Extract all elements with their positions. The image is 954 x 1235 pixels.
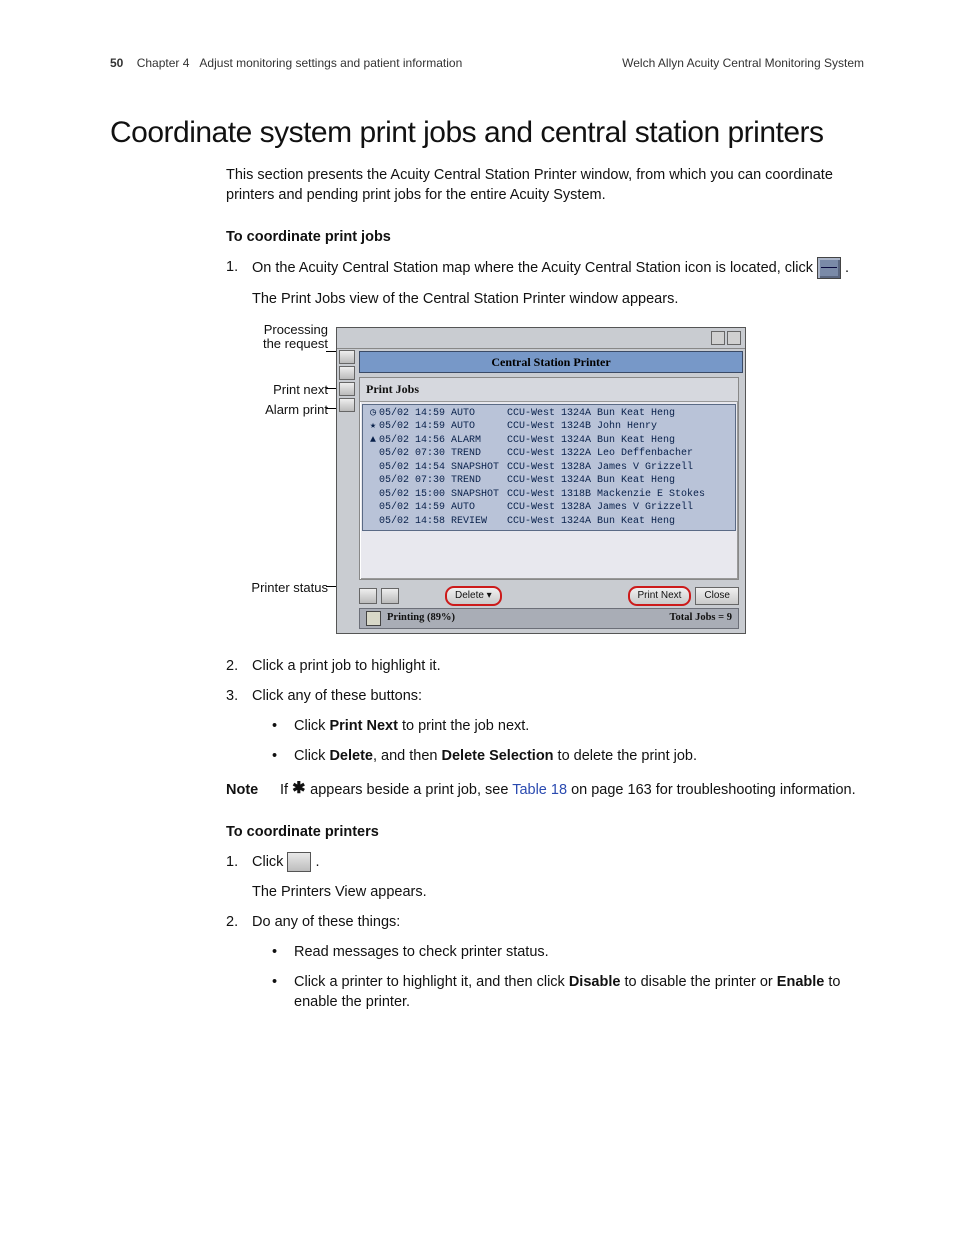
print-job-row[interactable]: 05/02 14:54 SNAPSHOTCCU-West 1328A James… <box>363 461 735 475</box>
job-time-type: 05/02 14:58 REVIEW <box>379 515 507 529</box>
product-name: Welch Allyn Acuity Central Monitoring Sy… <box>622 56 864 70</box>
label-print-next: Print next <box>273 381 328 399</box>
view-icon[interactable] <box>359 588 377 604</box>
window-button-icon[interactable] <box>727 331 741 345</box>
job-patient: CCU-West 1328A James V Grizzell <box>507 501 731 515</box>
delete-button[interactable]: Delete ▾ <box>445 586 502 606</box>
document-icon <box>366 611 381 626</box>
chapter-number: Chapter 4 <box>137 56 190 70</box>
step-1: 1. On the Acuity Central Station map whe… <box>226 257 864 279</box>
job-icon: ◷ <box>367 407 379 421</box>
label-alarm-print: Alarm print <box>265 401 328 419</box>
page-header: 50 Chapter 4 Adjust monitoring settings … <box>110 56 864 70</box>
print-job-row[interactable]: 05/02 14:58 REVIEWCCU-West 1324A Bun Kea… <box>363 515 735 529</box>
job-icon <box>367 488 379 502</box>
printer-window-figure: Processing the request Print next Alarm … <box>222 327 864 634</box>
bullet-disable-enable: Click a printer to highlight it, and the… <box>272 972 864 1012</box>
window-button-icon[interactable] <box>711 331 725 345</box>
central-station-icon <box>817 257 841 279</box>
job-patient: CCU-West 1324A Bun Keat Heng <box>507 474 731 488</box>
page-number: 50 <box>110 56 123 70</box>
job-icon: ★ <box>367 420 379 434</box>
job-time-type: 05/02 14:56 ALARM <box>379 434 507 448</box>
cycle-icon[interactable] <box>339 350 355 364</box>
print-job-row[interactable]: 05/02 07:30 TRENDCCU-West 1322A Leo Deff… <box>363 447 735 461</box>
job-patient: CCU-West 1324A Bun Keat Heng <box>507 407 731 421</box>
job-time-type: 05/02 14:54 SNAPSHOT <box>379 461 507 475</box>
job-icon <box>367 515 379 529</box>
cycle-icon[interactable] <box>339 398 355 412</box>
job-time-type: 05/02 14:59 AUTO <box>379 420 507 434</box>
print-job-row[interactable]: 05/02 15:00 SNAPSHOTCCU-West 1318B Macke… <box>363 488 735 502</box>
job-icon: ▲ <box>367 434 379 448</box>
printing-status: Printing (89%) <box>387 611 455 625</box>
job-time-type: 05/02 07:30 TREND <box>379 447 507 461</box>
step-3: 3. Click any of these buttons: <box>226 686 864 706</box>
job-time-type: 05/02 14:59 AUTO <box>379 501 507 515</box>
error-icon: ✱ <box>292 783 306 797</box>
subheading-print-jobs: To coordinate print jobs <box>226 227 864 247</box>
cycle-icon[interactable] <box>339 366 355 380</box>
print-job-row[interactable]: ▲05/02 14:56 ALARMCCU-West 1324A Bun Kea… <box>363 434 735 448</box>
subheading-printers: To coordinate printers <box>226 822 864 842</box>
table-18-link[interactable]: Table 18 <box>512 782 567 798</box>
job-icon <box>367 447 379 461</box>
close-button[interactable]: Close <box>695 587 739 605</box>
panel-title: Print Jobs <box>360 378 738 402</box>
job-icon <box>367 501 379 515</box>
chapter-title: Adjust monitoring settings and patient i… <box>199 56 462 70</box>
job-time-type: 05/02 15:00 SNAPSHOT <box>379 488 507 502</box>
print-job-row[interactable]: ◷05/02 14:59 AUTOCCU-West 1324A Bun Keat… <box>363 407 735 421</box>
status-bar: Printing (89%) Total Jobs = 9 <box>359 608 739 629</box>
printers-step1-result: The Printers View appears. <box>226 882 864 902</box>
job-patient: CCU-West 1324A Bun Keat Heng <box>507 515 731 529</box>
printers-icon[interactable] <box>381 588 399 604</box>
note: Note If ✱ appears beside a print job, se… <box>226 780 864 800</box>
job-patient: CCU-West 1324A Bun Keat Heng <box>507 434 731 448</box>
job-icon <box>367 461 379 475</box>
total-jobs: Total Jobs = 9 <box>670 611 733 625</box>
job-time-type: 05/02 07:30 TREND <box>379 474 507 488</box>
intro-text: This section presents the Acuity Central… <box>226 165 864 205</box>
window-title: Central Station Printer <box>359 351 743 374</box>
step1-result: The Print Jobs view of the Central Stati… <box>226 289 864 309</box>
step-2: 2. Click a print job to highlight it. <box>226 656 864 676</box>
job-patient: CCU-West 1318B Mackenzie E Stokes <box>507 488 731 502</box>
bullet-read-messages: Read messages to check printer status. <box>272 942 864 962</box>
print-job-row[interactable]: 05/02 14:59 AUTOCCU-West 1328A James V G… <box>363 501 735 515</box>
printers-view-icon <box>287 852 311 872</box>
job-time-type: 05/02 14:59 AUTO <box>379 407 507 421</box>
section-title: Coordinate system print jobs and central… <box>110 116 864 150</box>
printers-step-1: 1. Click . <box>226 852 864 872</box>
note-label: Note <box>226 780 264 800</box>
bullet-print-next: Click Print Next to print the job next. <box>272 716 864 736</box>
label-printer-status: Printer status <box>251 579 328 597</box>
printers-step-2: 2. Do any of these things: <box>226 912 864 932</box>
cycle-icon[interactable] <box>339 382 355 396</box>
job-patient: CCU-West 1322A Leo Deffenbacher <box>507 447 731 461</box>
central-station-printer-window: Central Station Printer Print Jobs ◷05/0… <box>336 327 746 634</box>
print-jobs-list[interactable]: ◷05/02 14:59 AUTOCCU-West 1324A Bun Keat… <box>362 404 736 532</box>
job-icon <box>367 474 379 488</box>
label-processing: Processing the request <box>263 323 328 353</box>
print-next-button[interactable]: Print Next <box>628 586 692 606</box>
print-job-row[interactable]: ★05/02 14:59 AUTOCCU-West 1324B John Hen… <box>363 420 735 434</box>
job-patient: CCU-West 1324B John Henry <box>507 420 731 434</box>
print-job-row[interactable]: 05/02 07:30 TRENDCCU-West 1324A Bun Keat… <box>363 474 735 488</box>
bullet-delete: Click Delete, and then Delete Selection … <box>272 746 864 766</box>
job-patient: CCU-West 1328A James V Grizzell <box>507 461 731 475</box>
